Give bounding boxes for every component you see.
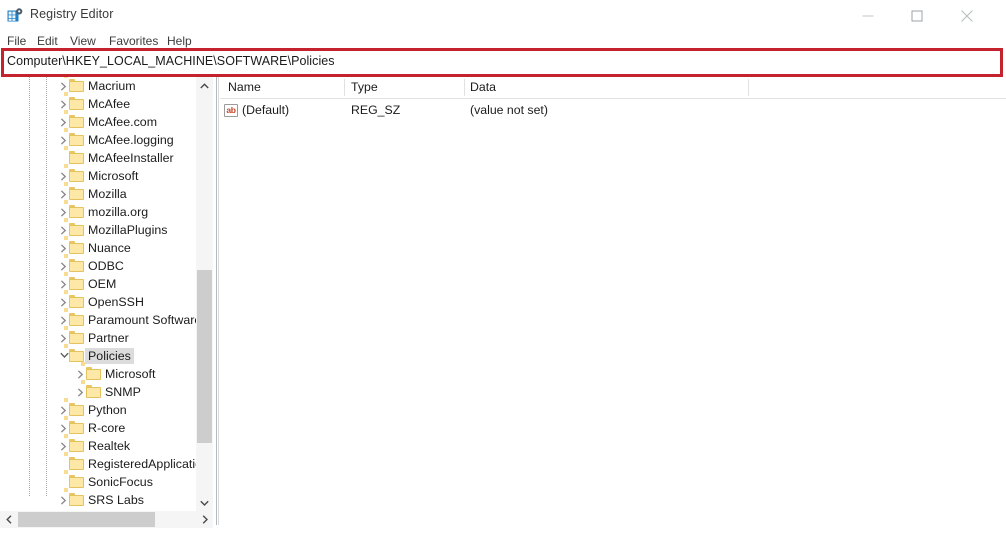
chevron-down-icon <box>200 500 209 506</box>
close-icon <box>961 9 973 22</box>
column-header-type[interactable]: Type <box>351 80 378 94</box>
folder-icon <box>64 164 84 182</box>
column-header-name[interactable]: Name <box>228 80 261 94</box>
scroll-right-button[interactable] <box>196 511 213 528</box>
tree-item-label: Python <box>88 403 127 417</box>
folder-icon <box>64 128 84 146</box>
tree-item-label: Macrium <box>88 79 136 93</box>
tree-item-label: Paramount Software <box>88 313 196 327</box>
string-value-icon: ab <box>224 104 238 117</box>
folder-icon <box>64 182 84 200</box>
menu-bar: File Edit View Favorites Help <box>0 32 1006 50</box>
registry-editor-window: Registry Editor File Edit View Favorites… <box>0 0 1006 560</box>
tree-item-label: RegisteredApplicatio <box>88 457 196 471</box>
tree-item-label: McAfeeInstaller <box>88 151 174 165</box>
tree-item-label: McAfee <box>88 97 131 111</box>
folder-icon <box>81 380 101 398</box>
scroll-left-button[interactable] <box>0 511 17 528</box>
close-button[interactable] <box>944 0 990 31</box>
chevron-left-icon <box>6 515 12 524</box>
tree-item-label: R-core <box>88 421 126 435</box>
tree-vertical-scrollbar[interactable] <box>196 77 213 511</box>
list-item[interactable]: ab (Default) REG_SZ (value not set) <box>220 101 1006 120</box>
tree-item-label: ODBC <box>88 259 124 273</box>
tree-item-label: SRS Labs <box>88 493 144 507</box>
column-divider[interactable] <box>748 79 749 96</box>
folder-icon <box>64 200 84 218</box>
tree-indent-guide <box>46 77 47 497</box>
folder-icon <box>64 92 84 110</box>
column-divider[interactable] <box>464 79 465 96</box>
chevron-up-icon <box>200 83 209 89</box>
menu-item-help[interactable]: Help <box>167 32 192 50</box>
registry-values-list[interactable]: Name Type Data ab (Default) REG_SZ (valu… <box>220 77 1006 525</box>
folder-icon <box>64 416 84 434</box>
folder-icon <box>64 236 84 254</box>
menu-item-file[interactable]: File <box>7 32 26 50</box>
scrollbar-thumb[interactable] <box>197 270 212 443</box>
menu-item-favorites[interactable]: Favorites <box>109 32 158 50</box>
window-title: Registry Editor <box>30 7 114 21</box>
folder-icon <box>81 362 101 380</box>
maximize-icon <box>911 10 923 21</box>
tree-item-label: SNMP <box>105 385 141 399</box>
tree-indent-guide <box>29 77 30 497</box>
menu-item-view[interactable]: View <box>70 32 96 50</box>
tree-item-label: Microsoft <box>105 367 156 381</box>
tree-item-label: mozilla.org <box>88 205 149 219</box>
list-header: Name Type Data <box>220 77 1006 99</box>
menu-item-edit[interactable]: Edit <box>37 32 58 50</box>
folder-icon <box>64 254 84 272</box>
scroll-up-button[interactable] <box>196 77 213 94</box>
folder-icon <box>64 452 84 470</box>
address-bar-container: Computer\HKEY_LOCAL_MACHINE\SOFTWARE\Pol… <box>0 50 1006 76</box>
address-bar[interactable]: Computer\HKEY_LOCAL_MACHINE\SOFTWARE\Pol… <box>0 50 1006 76</box>
value-name: (Default) <box>242 103 290 117</box>
tree-item-label: Nuance <box>88 241 131 255</box>
folder-icon <box>64 488 84 506</box>
value-data: (value not set) <box>470 103 548 117</box>
tree-item-label: Partner <box>88 331 129 345</box>
scroll-down-button[interactable] <box>196 494 213 511</box>
address-bar-value: Computer\HKEY_LOCAL_MACHINE\SOFTWARE\Pol… <box>7 54 335 68</box>
value-type: REG_SZ <box>351 103 401 117</box>
tree-item-label: OpenSSH <box>88 295 144 309</box>
tree-item-label: McAfee.com <box>88 115 158 129</box>
tree-item-label: SonicFocus <box>88 475 153 489</box>
chevron-right-icon <box>202 515 208 524</box>
tree-item-label: Policies <box>85 348 134 364</box>
tree-item-label: Realtek <box>88 439 131 453</box>
folder-icon <box>64 218 84 236</box>
tree-item-label: MozillaPlugins <box>88 223 168 237</box>
maximize-button[interactable] <box>894 0 940 31</box>
tree-horizontal-scrollbar[interactable] <box>0 511 213 528</box>
pane-splitter[interactable] <box>216 77 219 525</box>
folder-icon <box>64 344 84 362</box>
registry-editor-icon <box>7 8 23 24</box>
scrollbar-thumb[interactable] <box>18 512 155 527</box>
folder-icon <box>64 398 84 416</box>
column-divider[interactable] <box>344 79 345 96</box>
tree-item-label: McAfee.logging <box>88 133 174 147</box>
folder-icon <box>64 110 84 128</box>
folder-icon <box>64 146 84 164</box>
folder-icon <box>64 326 84 344</box>
title-bar: Registry Editor <box>0 0 1006 31</box>
minimize-icon <box>862 15 874 16</box>
folder-icon <box>64 308 84 326</box>
tree-item-label: OEM <box>88 277 117 291</box>
folder-icon <box>64 434 84 452</box>
folder-icon <box>64 290 84 308</box>
folder-icon <box>64 77 84 92</box>
tree-item-label: Microsoft <box>88 169 139 183</box>
folder-icon <box>64 272 84 290</box>
minimize-button[interactable] <box>845 0 891 31</box>
column-header-data[interactable]: Data <box>470 80 496 94</box>
tree-item-label: Mozilla <box>88 187 127 201</box>
folder-icon <box>64 470 84 488</box>
